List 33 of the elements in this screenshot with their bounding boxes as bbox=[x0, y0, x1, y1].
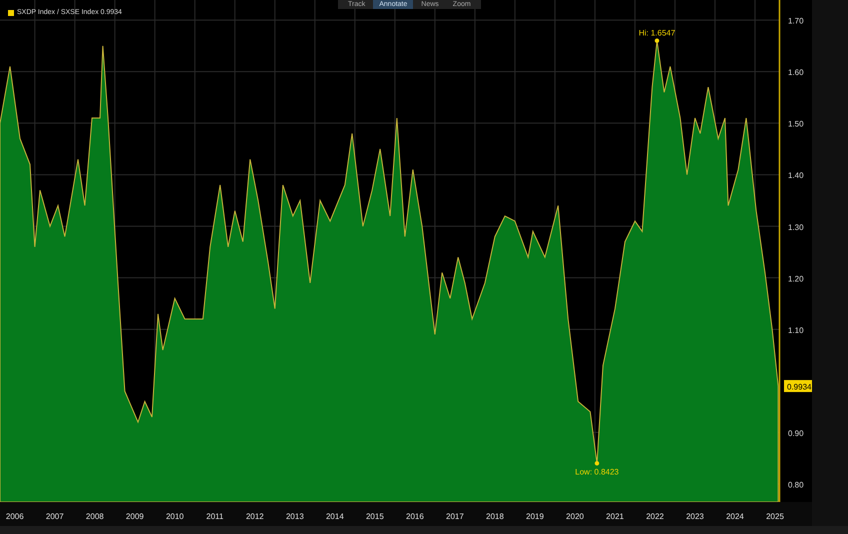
x-tick-label: 2025 bbox=[766, 512, 784, 521]
extreme-marker bbox=[594, 461, 600, 466]
x-tick-label: 2019 bbox=[526, 512, 544, 521]
x-tick-label: 2012 bbox=[246, 512, 264, 521]
y-tick-label: 1.20 bbox=[788, 274, 804, 284]
y-tick-label: 1.10 bbox=[788, 326, 804, 335]
extreme-marker bbox=[654, 38, 660, 43]
y-tick-label: 1.40 bbox=[788, 171, 804, 180]
y-tick-label: 0.90 bbox=[788, 428, 804, 438]
x-tick-label: 2017 bbox=[446, 512, 464, 521]
x-tick-label: 2008 bbox=[86, 512, 104, 521]
y-tick-label: 1.30 bbox=[788, 222, 804, 232]
x-tick-label: 2021 bbox=[606, 512, 624, 521]
x-tick-label: 2006 bbox=[6, 512, 24, 521]
y-tick-label: 1.50 bbox=[788, 120, 804, 129]
x-tick-label: 2018 bbox=[486, 512, 504, 521]
x-tick-label: 2009 bbox=[126, 512, 144, 521]
x-tick-label: 2022 bbox=[646, 512, 664, 521]
x-tick-label: 2014 bbox=[326, 512, 344, 521]
y-tick-label: 1.60 bbox=[788, 68, 804, 78]
extreme-label: Low: 0.8423 bbox=[575, 467, 619, 476]
x-tick-label: 2016 bbox=[406, 512, 424, 521]
y-tick-label: 1.70 bbox=[788, 16, 804, 26]
x-tick-label: 2007 bbox=[46, 512, 64, 521]
x-tick-label: 2023 bbox=[686, 512, 704, 521]
x-tick-label: 2024 bbox=[726, 512, 744, 521]
x-tick-label: 2010 bbox=[166, 512, 184, 521]
x-tick-label: 2020 bbox=[566, 512, 584, 521]
extreme-label: Hi: 1.6547 bbox=[638, 28, 676, 38]
x-tick-label: 2013 bbox=[286, 512, 304, 521]
x-tick-label: 2015 bbox=[366, 512, 384, 521]
x-tick-label: 2011 bbox=[206, 512, 224, 521]
y-tick-label: 0.80 bbox=[788, 480, 804, 490]
